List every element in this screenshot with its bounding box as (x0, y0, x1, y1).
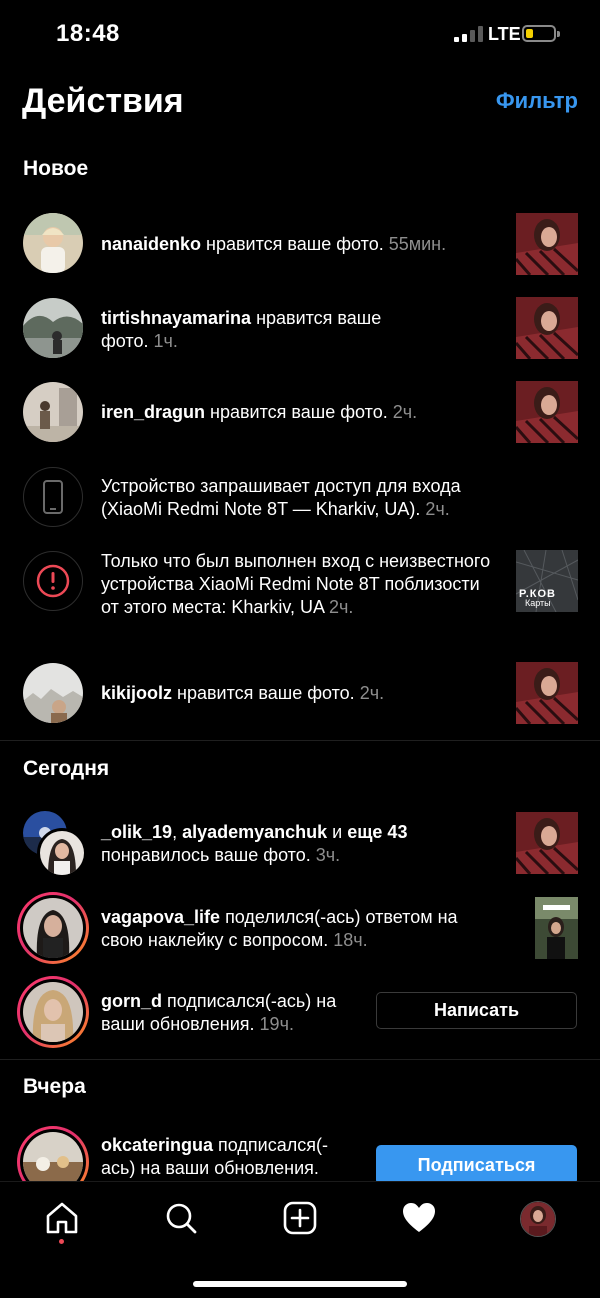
section-divider (0, 740, 600, 741)
conjunction-text: и (327, 822, 348, 842)
status-bar: 18:48 LTE (0, 0, 600, 70)
activity-text: нравится ваше фото. (172, 683, 360, 703)
status-time: 18:48 (56, 20, 120, 47)
post-thumbnail[interactable] (516, 812, 578, 874)
timestamp: 2ч. (392, 402, 418, 422)
post-thumbnail[interactable] (516, 213, 578, 275)
more-users-link[interactable]: еще 43 (347, 822, 407, 842)
network-label: LTE (488, 24, 521, 44)
home-icon[interactable] (42, 1198, 82, 1238)
signal-icon (454, 26, 484, 42)
timestamp: 19ч. (259, 1014, 294, 1034)
username[interactable]: gorn_d (101, 991, 162, 1011)
story-avatar[interactable] (17, 892, 89, 964)
activity-row-login-alert[interactable]: Только что был выполнен вход с неизвестн… (0, 550, 600, 642)
username[interactable]: nanaidenko (101, 234, 201, 254)
add-post-icon[interactable] (280, 1198, 320, 1238)
timestamp: 2ч. (425, 499, 450, 519)
avatar[interactable] (23, 213, 83, 273)
timestamp: 3ч. (315, 845, 341, 865)
timestamp: 2ч. (329, 597, 354, 617)
post-thumbnail[interactable] (516, 381, 578, 443)
filter-button[interactable]: Фильтр (496, 88, 578, 114)
bottom-tab-bar (0, 1181, 600, 1298)
username[interactable]: vagapova_life (101, 907, 220, 927)
section-heading-yesterday: Вчера (23, 1075, 86, 1098)
separator-text: , (172, 822, 183, 842)
story-reply-thumbnail[interactable] (535, 897, 578, 959)
section-divider (0, 1059, 600, 1060)
follow-button[interactable]: Подписаться (376, 1145, 577, 1185)
story-avatar[interactable] (17, 1126, 89, 1186)
activity-row[interactable]: gorn_d подписался(-ась) на ваши обновлен… (0, 976, 600, 1048)
post-thumbnail[interactable] (516, 662, 578, 724)
activity-row[interactable]: iren_dragun нравится ваше фото. 2ч. (0, 381, 600, 443)
search-icon[interactable] (161, 1198, 201, 1238)
activity-row-login-request[interactable]: Устройство запрашивает доступ для входа … (0, 466, 600, 528)
section-heading-new: Новое (23, 157, 89, 180)
timestamp: 18ч. (333, 930, 368, 950)
phone-icon (23, 467, 83, 527)
activity-row-grouped[interactable]: _olik_19, alyademyanchuk и еще 43 понрав… (0, 811, 600, 878)
activity-row[interactable]: kikijoolz нравится ваше фото. 2ч. (0, 662, 600, 724)
map-thumbnail[interactable]: Р.КОВ Карты (516, 550, 578, 612)
section-heading-today: Сегодня (23, 757, 110, 780)
username[interactable]: tirtishnayamarina (101, 308, 251, 328)
timestamp: 1ч. (153, 331, 178, 351)
activity-text: Только что был выполнен вход с неизвестн… (101, 551, 491, 617)
activity-row[interactable]: nanaidenko нравится ваше фото. 55мин. (0, 213, 600, 275)
username[interactable]: iren_dragun (101, 402, 205, 422)
profile-avatar[interactable] (520, 1201, 556, 1237)
activity-text: нравится ваше фото. (201, 234, 389, 254)
username[interactable]: _olik_19 (101, 822, 172, 842)
activity-text: Устройство запрашивает доступ для входа … (101, 476, 461, 519)
alert-icon (23, 551, 83, 611)
username[interactable]: kikijoolz (101, 683, 172, 703)
username[interactable]: okcateringua (101, 1135, 213, 1155)
timestamp: 55мин. (388, 234, 447, 254)
timestamp: 2ч. (359, 683, 385, 703)
home-notification-dot (59, 1239, 64, 1244)
home-indicator (193, 1281, 407, 1287)
activity-text: нравится ваше фото. (205, 402, 393, 422)
avatar[interactable] (37, 828, 87, 878)
activity-text: понравилось ваше фото. (101, 845, 316, 865)
avatar[interactable] (23, 382, 83, 442)
battery-icon (522, 25, 560, 42)
avatar[interactable] (23, 298, 83, 358)
activity-row[interactable]: vagapova_life поделился(-ась) ответом на… (0, 892, 600, 964)
activity-row[interactable]: tirtishnayamarina нравится ваше фото. 1ч… (0, 297, 600, 359)
post-thumbnail[interactable] (516, 297, 578, 359)
activity-heart-icon[interactable] (399, 1198, 439, 1238)
avatar[interactable] (23, 663, 83, 723)
activity-row[interactable]: okcateringua подписался(-ась) на ваши об… (0, 1126, 600, 1186)
message-button[interactable]: Написать (376, 992, 577, 1029)
story-avatar[interactable] (17, 976, 89, 1048)
page-title: Действия (22, 82, 184, 120)
username[interactable]: alyademyanchuk (182, 822, 327, 842)
map-sublabel: Карты (525, 598, 551, 608)
